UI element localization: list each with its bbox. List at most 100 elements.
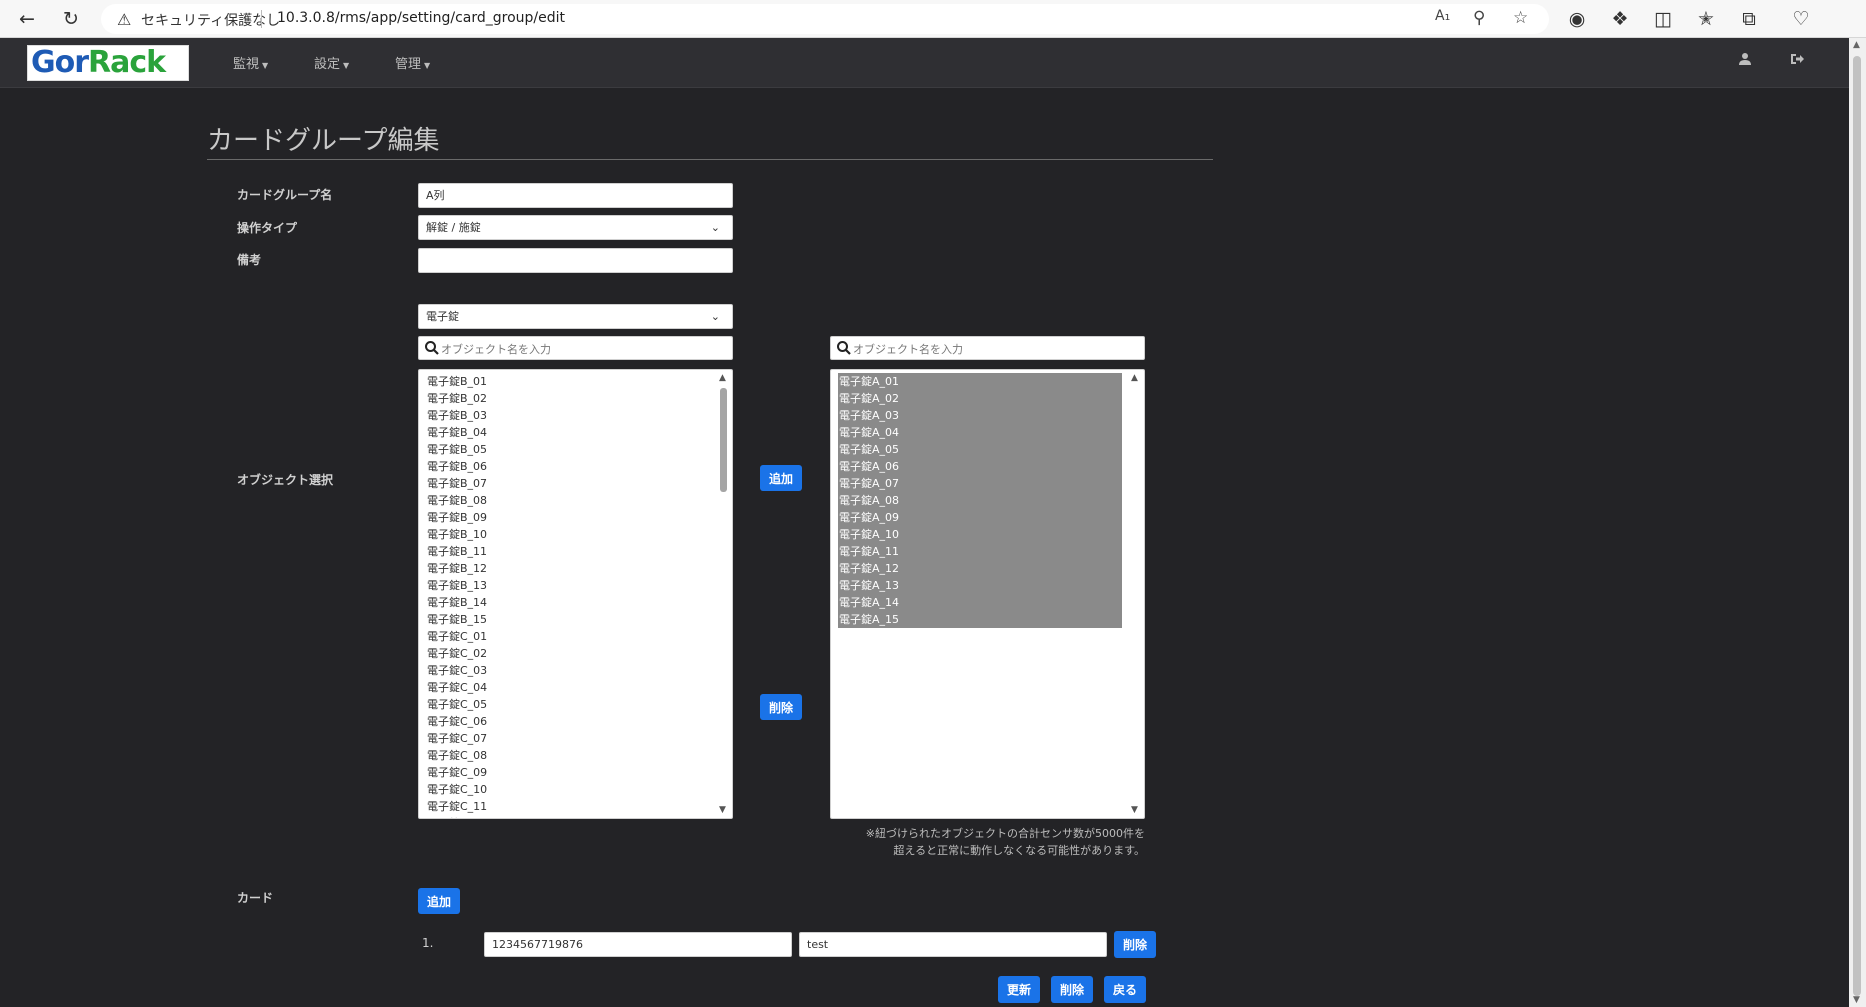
extension-icon[interactable]: ◉ (1564, 6, 1590, 32)
scroll-down-icon[interactable]: ▼ (1131, 805, 1138, 815)
list-item[interactable]: 電子錠A_14 (838, 594, 1122, 611)
list-item[interactable]: 電子錠B_05 (426, 441, 487, 458)
scroll-down-icon[interactable]: ▼ (1853, 995, 1860, 1005)
puzzle-icon[interactable]: ❖ (1607, 6, 1633, 32)
list-item[interactable]: 電子錠B_02 (426, 390, 487, 407)
add-object-button[interactable]: 追加 (760, 465, 802, 491)
list-item[interactable]: 電子錠C_12 (426, 815, 487, 818)
list-item[interactable]: 電子錠C_04 (426, 679, 487, 696)
list-item[interactable]: 電子錠A_02 (838, 390, 1122, 407)
list-item[interactable]: 電子錠C_07 (426, 730, 487, 747)
split-screen-icon[interactable]: ◫ (1650, 6, 1676, 32)
nav-settings[interactable]: 設定 ▼ (314, 53, 349, 72)
card-label: カード (237, 891, 274, 905)
list-item[interactable]: 電子錠B_13 (426, 577, 487, 594)
list-item[interactable]: 電子錠A_10 (838, 526, 1122, 543)
card-id-input[interactable]: 1234567719876 (484, 932, 792, 957)
object-type-value: 電子錠 (426, 310, 459, 323)
list-item[interactable]: 電子錠B_03 (426, 407, 487, 424)
delete-button[interactable]: 削除 (1051, 976, 1093, 1003)
list-item[interactable]: 電子錠A_13 (838, 577, 1122, 594)
favorite-star-icon[interactable]: ☆ (1513, 8, 1528, 28)
scroll-up-icon[interactable]: ▲ (1853, 40, 1860, 50)
scroll-up-icon[interactable]: ▲ (1131, 373, 1138, 383)
object-type-select[interactable]: 電子錠 ⌄ (418, 304, 733, 329)
url-text[interactable]: 10.3.0.8/rms/app/setting/card_group/edit (277, 10, 565, 26)
list-item[interactable]: 電子錠A_09 (838, 509, 1122, 526)
search-placeholder: オブジェクト名を入力 (853, 343, 963, 356)
list-item[interactable]: 電子錠B_11 (426, 543, 487, 560)
list-item[interactable]: 電子錠A_06 (838, 458, 1122, 475)
address-bar[interactable]: ⚠ セキュリティ保護なし 10.3.0.8/rms/app/setting/ca… (101, 4, 1549, 34)
logout-icon[interactable] (1790, 52, 1805, 70)
card-group-name-input[interactable]: A列 (418, 183, 733, 208)
remove-object-button[interactable]: 削除 (760, 694, 802, 720)
list-item[interactable]: 電子錠A_08 (838, 492, 1122, 509)
list-item[interactable]: 電子錠C_02 (426, 645, 487, 662)
selected-objects-list[interactable]: 電子錠A_01 電子錠A_02 電子錠A_03 電子錠A_04 電子錠A_05 電子錠A_… (830, 369, 1145, 819)
list-item[interactable]: 電子錠B_09 (426, 509, 487, 526)
list-item[interactable]: 電子錠B_15 (426, 611, 487, 628)
list-item[interactable]: 電子錠C_11 (426, 798, 487, 815)
list-item[interactable]: 電子錠B_06 (426, 458, 487, 475)
list-item[interactable]: 電子錠A_11 (838, 543, 1122, 560)
list-item[interactable]: 電子錠B_14 (426, 594, 487, 611)
user-icon[interactable] (1738, 52, 1752, 70)
list-item[interactable]: 電子錠A_04 (838, 424, 1122, 441)
list-item[interactable]: 電子錠C_01 (426, 628, 487, 645)
remarks-label: 備考 (237, 253, 262, 267)
sensor-limit-note-line2: 超えると正常に動作しなくなる可能性があります。 (893, 844, 1145, 857)
scrollbar-thumb[interactable] (720, 388, 727, 492)
zoom-icon[interactable]: ⚲ (1473, 8, 1485, 28)
nav-settings-label: 設定 (314, 57, 341, 72)
window-scrollbar[interactable]: ▲ ▼ (1849, 38, 1866, 1007)
delete-card-button[interactable]: 削除 (1114, 931, 1156, 958)
read-aloud-icon[interactable]: A₁ (1435, 8, 1450, 24)
list-item[interactable]: 電子錠A_07 (838, 475, 1122, 492)
available-search-input[interactable]: オブジェクト名を入力 (418, 336, 733, 360)
back-button[interactable]: 戻る (1104, 976, 1146, 1003)
security-label[interactable]: セキュリティ保護なし (141, 10, 280, 30)
favorites-icon[interactable]: ✭ (1693, 6, 1719, 32)
list-item[interactable]: 電子錠C_08 (426, 747, 487, 764)
card-name-input[interactable]: test (799, 932, 1107, 957)
list-item[interactable]: 電子錠C_10 (426, 781, 487, 798)
reload-icon[interactable]: ↻ (58, 6, 84, 32)
search-icon (425, 341, 439, 355)
nav-monitor[interactable]: 監視 ▼ (233, 53, 268, 72)
update-button[interactable]: 更新 (998, 976, 1040, 1003)
list-item[interactable]: 電子錠B_07 (426, 475, 487, 492)
list-item[interactable]: 電子錠B_08 (426, 492, 487, 509)
list-item[interactable]: 電子錠A_15 (838, 611, 1122, 628)
list-item[interactable]: 電子錠C_05 (426, 696, 487, 713)
operation-type-select[interactable]: 解錠 / 施錠 ⌄ (418, 215, 733, 240)
add-card-button[interactable]: 追加 (418, 888, 460, 914)
scroll-up-icon[interactable]: ▲ (719, 373, 726, 383)
scrollbar-thumb[interactable] (1853, 56, 1861, 996)
list-item[interactable]: 電子錠B_04 (426, 424, 487, 441)
list-item[interactable]: 電子錠A_01 (838, 373, 1122, 390)
back-icon[interactable]: ← (14, 6, 40, 32)
nav-admin[interactable]: 管理 ▼ (395, 53, 430, 72)
selected-search-input[interactable]: オブジェクト名を入力 (830, 336, 1145, 360)
list-item[interactable]: 電子錠C_03 (426, 662, 487, 679)
list-scrollbar[interactable]: ▲ ▼ (1127, 370, 1144, 818)
list-item[interactable]: 電子錠B_10 (426, 526, 487, 543)
list-item[interactable]: 電子錠C_06 (426, 713, 487, 730)
caret-down-icon: ▼ (262, 61, 269, 70)
collections-icon[interactable]: ⧉ (1736, 6, 1762, 32)
list-item[interactable]: 電子錠A_03 (838, 407, 1122, 424)
available-objects-list[interactable]: 電子錠B_01 電子錠B_02 電子錠B_03 電子錠B_04 電子錠B_05 電子錠B_… (418, 369, 733, 819)
list-item[interactable]: 電子錠A_12 (838, 560, 1122, 577)
list-item[interactable]: 電子錠B_01 (426, 373, 487, 390)
browser-essentials-icon[interactable]: ♡ (1788, 6, 1814, 32)
warning-icon[interactable]: ⚠ (117, 10, 131, 29)
list-item[interactable]: 電子錠C_09 (426, 764, 487, 781)
search-icon (837, 341, 851, 355)
remarks-input[interactable] (418, 248, 733, 273)
gorirack-logo[interactable]: GorRack (27, 45, 189, 81)
scroll-down-icon[interactable]: ▼ (719, 805, 726, 815)
list-scrollbar[interactable]: ▲ ▼ (715, 370, 732, 818)
list-item[interactable]: 電子錠B_12 (426, 560, 487, 577)
list-item[interactable]: 電子錠A_05 (838, 441, 1122, 458)
